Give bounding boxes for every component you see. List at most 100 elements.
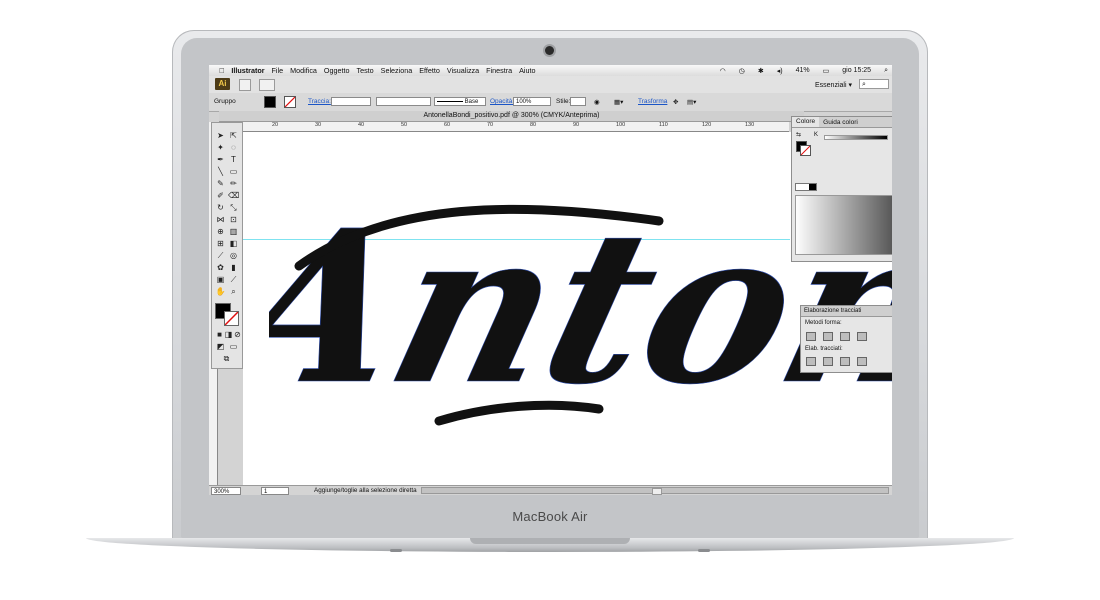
pencil-tool-icon[interactable]: ✏ bbox=[228, 179, 239, 189]
gradient-tool-icon[interactable]: ◧ bbox=[228, 239, 239, 249]
crop-icon[interactable] bbox=[857, 357, 867, 366]
pathfinder-title: Elaborazione tracciati bbox=[801, 306, 892, 317]
scale-tool-icon[interactable]: ⤡ bbox=[228, 203, 239, 213]
stroke-swatch[interactable] bbox=[284, 96, 296, 108]
opacity-field[interactable]: 100% bbox=[513, 97, 551, 106]
channel-label: K bbox=[814, 132, 819, 138]
lasso-tool-icon[interactable]: ◌ bbox=[228, 143, 239, 153]
unite-icon[interactable] bbox=[806, 332, 816, 341]
rotate-tool-icon[interactable]: ↻ bbox=[215, 203, 226, 213]
eyedropper-tool-icon[interactable]: ⟋ bbox=[215, 251, 226, 261]
zoom-tool-icon[interactable]: ⌕ bbox=[228, 287, 239, 297]
stroke-weight-field[interactable] bbox=[331, 97, 371, 106]
magic-wand-icon[interactable]: ✦ bbox=[215, 143, 226, 153]
graph-tool-icon[interactable]: ▮ bbox=[228, 263, 239, 273]
horizontal-scrollbar[interactable] bbox=[421, 487, 889, 495]
direct-selection-tool-icon[interactable]: ⇱ bbox=[228, 131, 239, 141]
type-tool-icon[interactable]: T bbox=[228, 155, 239, 165]
width-tool-icon[interactable]: ⋈ bbox=[215, 215, 226, 225]
rectangle-tool-icon[interactable]: ▭ bbox=[228, 167, 239, 177]
menu-modifica[interactable]: Modifica bbox=[290, 66, 317, 75]
apple-icon[interactable]:  bbox=[219, 66, 224, 75]
symbol-sprayer-icon[interactable]: ✿ bbox=[215, 263, 226, 273]
transform-link[interactable]: Trasforma bbox=[638, 98, 667, 105]
artboard-navigator[interactable]: 1 bbox=[261, 487, 289, 495]
fill-swatch[interactable] bbox=[264, 96, 276, 108]
menu-app[interactable]: Illustrator bbox=[231, 66, 264, 75]
menu-effetto[interactable]: Effetto bbox=[419, 66, 440, 75]
menu-aiuto[interactable]: Aiuto bbox=[519, 66, 535, 75]
scroll-thumb[interactable] bbox=[652, 488, 662, 495]
artboard-tool-icon[interactable]: ▣ bbox=[215, 275, 226, 285]
pen-tool-icon[interactable]: ✒ bbox=[215, 155, 226, 165]
mesh-tool-icon[interactable]: ⊞ bbox=[215, 239, 226, 249]
menu-file[interactable]: File bbox=[272, 66, 284, 75]
k-slider[interactable] bbox=[824, 135, 888, 140]
volume-icon[interactable]: ◂) bbox=[777, 67, 783, 75]
document-title: AntonellaBondi_positivo.pdf @ 300% (CMYK… bbox=[423, 112, 600, 119]
draw-mode-icon[interactable]: ◩ bbox=[215, 342, 226, 352]
menu-clock[interactable]: gio 15:25 bbox=[842, 67, 871, 74]
color-spectrum[interactable] bbox=[795, 195, 892, 255]
workspace-switcher[interactable]: Essenziali ▾ bbox=[815, 81, 852, 89]
shape-builder-icon[interactable]: ⊕ bbox=[215, 227, 226, 237]
menu-oggetto[interactable]: Oggetto bbox=[324, 66, 350, 75]
bluetooth-icon[interactable]: ✱ bbox=[758, 67, 764, 75]
exclude-icon[interactable] bbox=[857, 332, 867, 341]
intersect-icon[interactable] bbox=[840, 332, 850, 341]
search-input[interactable]: ⌕ bbox=[859, 79, 889, 89]
ruler-tick: 30 bbox=[315, 122, 322, 128]
trim-icon[interactable] bbox=[823, 357, 833, 366]
menu-bar:  Illustrator File Modifica Oggetto Test… bbox=[209, 65, 892, 76]
menu-seleziona[interactable]: Seleziona bbox=[381, 66, 413, 75]
eraser-tool-icon[interactable]: ⌫ bbox=[228, 191, 239, 201]
style-select[interactable] bbox=[570, 97, 586, 106]
free-transform-icon[interactable]: ⊡ bbox=[228, 215, 239, 225]
bridge-button[interactable] bbox=[239, 79, 251, 91]
ruler-tick: 110 bbox=[659, 122, 668, 128]
swap-icon[interactable]: ⇆ bbox=[796, 131, 801, 138]
stroke-color-box[interactable] bbox=[224, 311, 239, 326]
tab-colore[interactable]: Colore bbox=[792, 117, 820, 127]
isolate-icon[interactable]: ✥ bbox=[673, 98, 678, 106]
merge-icon[interactable] bbox=[840, 357, 850, 366]
wifi-icon[interactable]: ◠ bbox=[720, 67, 726, 75]
brush-select[interactable]: Base bbox=[434, 97, 486, 106]
blob-brush-icon[interactable]: ✐ bbox=[215, 191, 226, 201]
change-screen-mode-icon[interactable]: ⧉ bbox=[221, 354, 232, 364]
menu-testo[interactable]: Testo bbox=[356, 66, 373, 75]
clock-icon[interactable]: ◷ bbox=[739, 67, 745, 75]
battery-percent: 41% bbox=[795, 67, 810, 74]
opacity-label[interactable]: Opacità: bbox=[490, 98, 514, 105]
menu-finestra[interactable]: Finestra bbox=[486, 66, 512, 75]
hand-tool-icon[interactable]: ✋ bbox=[215, 287, 226, 297]
none-white-black-swatches[interactable] bbox=[795, 183, 817, 191]
menu-visualizza[interactable]: Visualizza bbox=[447, 66, 479, 75]
recolor-icon[interactable]: ◉ bbox=[594, 98, 600, 106]
document-tab[interactable]: AntonellaBondi_positivo.pdf @ 300% (CMYK… bbox=[219, 111, 804, 122]
arrange-documents-button[interactable] bbox=[259, 79, 275, 91]
search-icon[interactable]: ⌕ bbox=[884, 67, 888, 75]
laptop-foot bbox=[698, 549, 710, 552]
zoom-select[interactable]: 300% bbox=[211, 487, 241, 495]
stroke-label[interactable]: Traccia: bbox=[308, 98, 331, 105]
menu-options-icon[interactable]: ▤▾ bbox=[687, 98, 696, 106]
variable-width-select[interactable] bbox=[376, 97, 431, 106]
minus-front-icon[interactable] bbox=[823, 332, 833, 341]
selection-tool-icon[interactable]: ➤ bbox=[215, 131, 226, 141]
paintbrush-tool-icon[interactable]: ✎ bbox=[215, 179, 226, 189]
line-tool-icon[interactable]: ╲ bbox=[215, 167, 226, 177]
perspective-grid-icon[interactable]: ▥ bbox=[228, 227, 239, 237]
ruler-tick: 20 bbox=[272, 122, 279, 128]
align-icon[interactable]: ▦▾ bbox=[614, 98, 623, 106]
selection-type: Gruppo bbox=[214, 98, 236, 105]
panel-stroke-swatch[interactable] bbox=[800, 145, 811, 156]
battery-icon[interactable]: ▭ bbox=[823, 67, 830, 75]
blend-tool-icon[interactable]: ◎ bbox=[228, 251, 239, 261]
slice-tool-icon[interactable]: ⟋ bbox=[228, 275, 239, 285]
tab-guida-colori[interactable]: Guida colori bbox=[819, 119, 862, 126]
none-mode-icon[interactable]: ⊘ bbox=[232, 330, 243, 340]
divide-icon[interactable] bbox=[806, 357, 816, 366]
ruler-tick: 120 bbox=[702, 122, 712, 128]
screen-mode-icon[interactable]: ▭ bbox=[228, 342, 239, 352]
